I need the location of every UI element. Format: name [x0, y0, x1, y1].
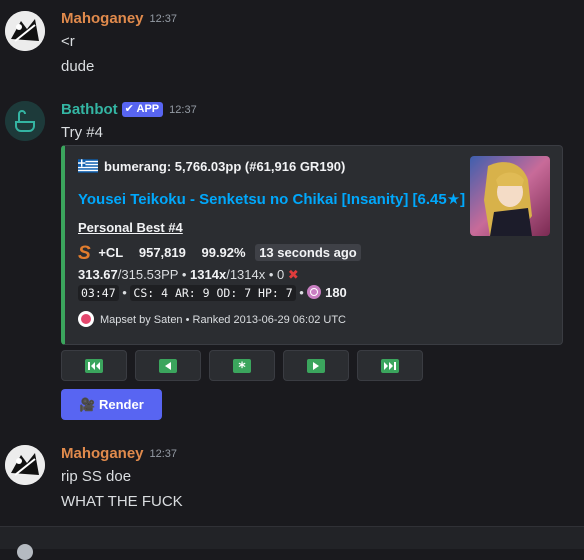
message-text: <r [61, 33, 75, 50]
next-page-button[interactable] [283, 350, 349, 381]
pp-line: 313.67/315.53PP • 1314x/1314x • 0 ✖ [78, 267, 299, 283]
time-ago: 13 seconds ago [255, 244, 361, 261]
misses: 0 [277, 267, 285, 282]
footer-text: Mapset by Saten • Ranked 2013-06-29 06:0… [100, 314, 346, 326]
combo-max: /1314x [226, 267, 266, 282]
username[interactable]: Mahoganey [61, 445, 144, 462]
bpm-icon [307, 285, 322, 299]
first-page-icon [85, 358, 103, 373]
last-page-button[interactable] [357, 350, 423, 381]
avatar[interactable] [5, 11, 45, 51]
map-stats-line: 03:47 • CS: 4 AR: 9 OD: 7 HP: 7 • 180 [78, 285, 347, 301]
app-badge-label: APP [136, 103, 160, 115]
score-embed: bumerang: 5,766.03pp (#61,916 GR190) You… [61, 145, 563, 345]
score-line: S +CL 957,819 99.92% 13 seconds ago [78, 243, 361, 265]
beatmap-thumbnail[interactable] [470, 156, 550, 236]
greece-flag-icon [78, 159, 98, 173]
next-page-icon [307, 358, 325, 373]
timestamp: 12:37 [169, 104, 197, 116]
accuracy: 99.92% [201, 245, 246, 260]
embed-author[interactable]: bumerang: 5,766.03pp (#61,916 GR190) [78, 159, 345, 174]
embed-footer: Mapset by Saten • Ranked 2013-06-29 06:0… [78, 311, 346, 327]
embed-author-text: bumerang: 5,766.03pp (#61,916 GR190) [104, 159, 346, 174]
movie-camera-icon: 🎥 [79, 397, 96, 412]
previous-page-button[interactable] [135, 350, 201, 381]
render-button-label: Render [99, 397, 144, 412]
embed-title[interactable]: Yousei Teikoku - Senketsu no Chikai [Ins… [78, 190, 465, 208]
pp-max: /315.53PP [117, 267, 179, 282]
miss-icon: ✖ [287, 267, 299, 282]
pp-value: 313.67 [78, 267, 118, 282]
last-page-icon [381, 358, 399, 373]
combo: 1314x [190, 267, 227, 282]
username[interactable]: Mahoganey [61, 10, 144, 27]
previous-page-icon [159, 358, 177, 373]
render-button[interactable]: 🎥 Render [61, 389, 162, 420]
jump-page-button[interactable]: * [209, 350, 275, 381]
message-text: Try #4 [61, 124, 103, 141]
separator: • [268, 267, 278, 282]
timestamp: 12:37 [149, 13, 178, 25]
message-composer[interactable] [0, 526, 584, 560]
mods: +CL [98, 245, 124, 260]
field-name: Personal Best #4 [78, 220, 183, 235]
first-page-button[interactable] [61, 350, 127, 381]
score: 957,819 [138, 245, 186, 260]
length: 03:47 [78, 285, 119, 301]
separator: • [299, 285, 308, 300]
avatar[interactable] [5, 101, 45, 141]
osu-logo-icon [78, 311, 94, 327]
map-difficulty-stats: CS: 4 AR: 9 OD: 7 HP: 7 [130, 285, 296, 301]
check-icon: ✔ [124, 103, 134, 115]
message-text: dude [61, 58, 95, 75]
grade-icon: S [78, 243, 91, 264]
message-header: Mahoganey 12:37 [61, 445, 177, 462]
message-header: Bathbot ✔ APP 12:37 [61, 101, 197, 118]
asterisk-icon: * [233, 358, 251, 373]
avatar[interactable] [5, 445, 45, 485]
message-header: Mahoganey 12:37 [61, 10, 177, 27]
message-text: WHAT THE FUCK [61, 493, 183, 510]
timestamp: 12:37 [149, 448, 178, 460]
separator: • [181, 267, 191, 282]
message-text: rip SS doe [61, 468, 132, 485]
add-attachment-icon[interactable] [17, 544, 33, 560]
svg-text:*: * [238, 360, 246, 373]
bpm: 180 [325, 285, 347, 300]
app-badge: ✔ APP [121, 102, 164, 117]
username[interactable]: Bathbot [61, 101, 118, 118]
